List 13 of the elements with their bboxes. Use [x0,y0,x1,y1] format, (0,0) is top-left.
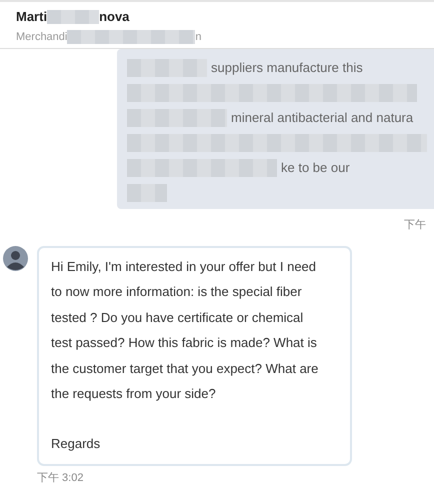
contact-name: Marti [16,8,48,26]
blur-mask [47,10,100,24]
contact-title: n [195,30,202,45]
message-text: Regards [51,434,102,453]
message-time: 下午 [403,218,427,233]
contact-name: nova [99,8,130,26]
contact-title: Merchandi [16,30,68,45]
avatar-icon [3,246,28,270]
message-text: Hi Emily, I'm interested in your offer but I need to now more information: is the special fiber tested ? Do you have certificate or chemical test passed? How this fabric is made? What is the customer target that you expect? What are the requests from your side? [51,258,320,403]
message-text: ke to be our [281,158,350,177]
message-text: suppliers manufacture this [211,58,363,77]
message-time: 下午 3:02 [36,471,84,486]
message-text: mineral antibacterial and natura [231,108,414,127]
